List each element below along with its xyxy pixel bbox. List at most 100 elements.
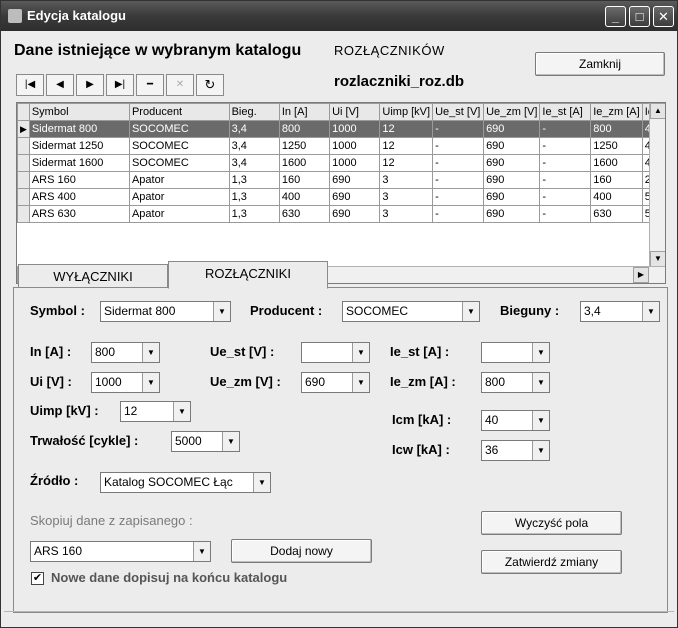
table-cell[interactable]: 400 [278, 188, 331, 206]
chevron-down-icon[interactable]: ▼ [532, 441, 549, 460]
chevron-down-icon[interactable]: ▼ [173, 402, 190, 421]
table-cell[interactable]: 1000 [329, 137, 381, 155]
table-cell[interactable]: - [539, 137, 592, 155]
symbol-combo[interactable]: Sidermat 800 ▼ [100, 301, 231, 322]
table-row[interactable]: ARS 400Apator1,34006903-690-40050 [17, 188, 665, 206]
table-cell[interactable]: 3 [379, 171, 434, 189]
clear-fields-button[interactable]: Wyczyść pola [481, 511, 622, 535]
column-header[interactable]: Uimp [kV] [379, 103, 434, 121]
column-header[interactable]: Ue_zm [V] [483, 103, 541, 121]
table-cell[interactable]: Apator [128, 171, 230, 189]
table-cell[interactable]: 12 [379, 154, 434, 172]
row-indicator[interactable]: ▶ [17, 120, 30, 138]
table-cell[interactable]: ARS 630 [28, 205, 130, 223]
maximize-button[interactable]: □ [629, 6, 650, 27]
column-header[interactable]: Ie_st [A] [539, 103, 592, 121]
table-cell[interactable]: Sidermat 1250 [28, 137, 130, 155]
row-indicator[interactable] [17, 137, 30, 155]
add-new-button[interactable]: Dodaj nowy [231, 539, 372, 563]
nav-first-button[interactable]: |◀ [16, 74, 44, 96]
table-cell[interactable]: 3,4 [228, 120, 280, 138]
table-cell[interactable]: 1,3 [228, 171, 280, 189]
scroll-right-arrow-icon[interactable]: ▶ [633, 267, 649, 283]
chevron-down-icon[interactable]: ▼ [532, 411, 549, 430]
table-cell[interactable]: 3,4 [228, 137, 280, 155]
nav-delete-button[interactable]: ━ [136, 74, 164, 96]
chevron-down-icon[interactable]: ▼ [532, 343, 549, 362]
zrodlo-combo[interactable]: Katalog SOCOMEC Łąc ▼ [100, 472, 271, 493]
chevron-down-icon[interactable]: ▼ [213, 302, 230, 321]
table-cell[interactable]: 1250 [590, 137, 643, 155]
table-row[interactable]: ARS 160Apator1,31606903-690-16020 [17, 171, 665, 189]
grid-vertical-scrollbar[interactable]: ▲ ▼ [649, 103, 665, 267]
icm-combo[interactable]: 40 ▼ [481, 410, 550, 431]
table-cell[interactable]: 690 [483, 205, 541, 223]
title-bar[interactable]: Edycja katalogu _ □ ✕ [1, 1, 677, 31]
in-combo[interactable]: 800 ▼ [91, 342, 160, 363]
table-cell[interactable]: Sidermat 800 [28, 120, 130, 138]
table-cell[interactable]: 1250 [278, 137, 331, 155]
table-cell[interactable]: 3 [379, 188, 434, 206]
chevron-down-icon[interactable]: ▼ [193, 542, 210, 561]
table-cell[interactable]: 800 [590, 120, 643, 138]
append-checkbox[interactable]: ✔ [31, 572, 44, 585]
chevron-down-icon[interactable]: ▼ [532, 373, 549, 392]
table-cell[interactable]: 1,3 [228, 188, 280, 206]
trwalosc-combo[interactable]: 5000 ▼ [171, 431, 240, 452]
bieguny-combo[interactable]: 3,4 ▼ [580, 301, 660, 322]
table-row[interactable]: ▶ Sidermat 800 SOCOMEC 3,4 800 1000 12-690-800… [17, 120, 665, 138]
icw-combo[interactable]: 36 ▼ [481, 440, 550, 461]
table-cell[interactable]: 690 [329, 188, 381, 206]
table-cell[interactable]: 1000 [329, 154, 381, 172]
table-row[interactable]: ARS 630Apator1,36306903-690-63050 [17, 205, 665, 223]
table-cell[interactable]: 1,3 [228, 205, 280, 223]
table-cell[interactable]: - [432, 120, 485, 138]
table-cell[interactable]: 1600 [590, 154, 643, 172]
nav-cancel-button[interactable]: ✕ [166, 74, 194, 96]
chevron-down-icon[interactable]: ▼ [253, 473, 270, 492]
table-cell[interactable]: 160 [590, 171, 643, 189]
table-cell[interactable]: 690 [483, 120, 541, 138]
table-cell[interactable]: SOCOMEC [128, 137, 230, 155]
column-header[interactable]: In [A] [278, 103, 331, 121]
tab-wylaczniki[interactable]: WYŁĄCZNIKI [18, 264, 168, 289]
copy-from-combo[interactable]: ARS 160 ▼ [30, 541, 211, 562]
table-cell[interactable]: 400 [590, 188, 643, 206]
table-cell[interactable]: Apator [128, 205, 230, 223]
table-cell[interactable]: 160 [278, 171, 331, 189]
catalog-grid[interactable]: Symbol Producent Bieg. In [A] Ui [V] Uim… [16, 102, 666, 284]
ie-zm-combo[interactable]: 800 ▼ [481, 372, 550, 393]
scroll-up-arrow-icon[interactable]: ▲ [650, 103, 665, 119]
table-cell[interactable]: 800 [278, 120, 331, 138]
table-cell[interactable]: 630 [278, 205, 331, 223]
nav-prior-button[interactable]: ◀ [46, 74, 74, 96]
chevron-down-icon[interactable]: ▼ [642, 302, 659, 321]
table-cell[interactable]: SOCOMEC [128, 120, 230, 138]
nav-refresh-button[interactable]: ↻ [196, 74, 224, 96]
table-cell[interactable]: 690 [483, 137, 541, 155]
table-cell[interactable]: Apator [128, 188, 230, 206]
row-indicator[interactable] [17, 154, 30, 172]
uimp-combo[interactable]: 12 ▼ [120, 401, 191, 422]
ue-zm-combo[interactable]: 690 ▼ [301, 372, 370, 393]
ue-st-combo[interactable]: ▼ [301, 342, 370, 363]
column-header[interactable]: Bieg. [228, 103, 280, 121]
table-row[interactable]: Sidermat 1250 SOCOMEC 3,4 1250 1000 12-690-12… [17, 137, 665, 155]
table-cell[interactable]: 1000 [329, 120, 381, 138]
table-cell[interactable]: - [539, 171, 592, 189]
table-cell[interactable]: 690 [483, 188, 541, 206]
table-row[interactable]: Sidermat 1600 SOCOMEC 3,4 1600 1000 12-690-16… [17, 154, 665, 172]
table-cell[interactable]: 690 [483, 154, 541, 172]
table-cell[interactable]: SOCOMEC [128, 154, 230, 172]
chevron-down-icon[interactable]: ▼ [222, 432, 239, 451]
table-cell[interactable]: ARS 160 [28, 171, 130, 189]
ui-combo[interactable]: 1000 ▼ [91, 372, 160, 393]
chevron-down-icon[interactable]: ▼ [462, 302, 479, 321]
table-cell[interactable]: - [432, 205, 485, 223]
column-header[interactable]: Producent [128, 103, 230, 121]
table-cell[interactable]: 630 [590, 205, 643, 223]
table-cell[interactable]: 12 [379, 137, 434, 155]
column-header[interactable]: Ie_zm [A] [590, 103, 643, 121]
table-cell[interactable]: - [539, 188, 592, 206]
row-indicator[interactable] [17, 171, 30, 189]
